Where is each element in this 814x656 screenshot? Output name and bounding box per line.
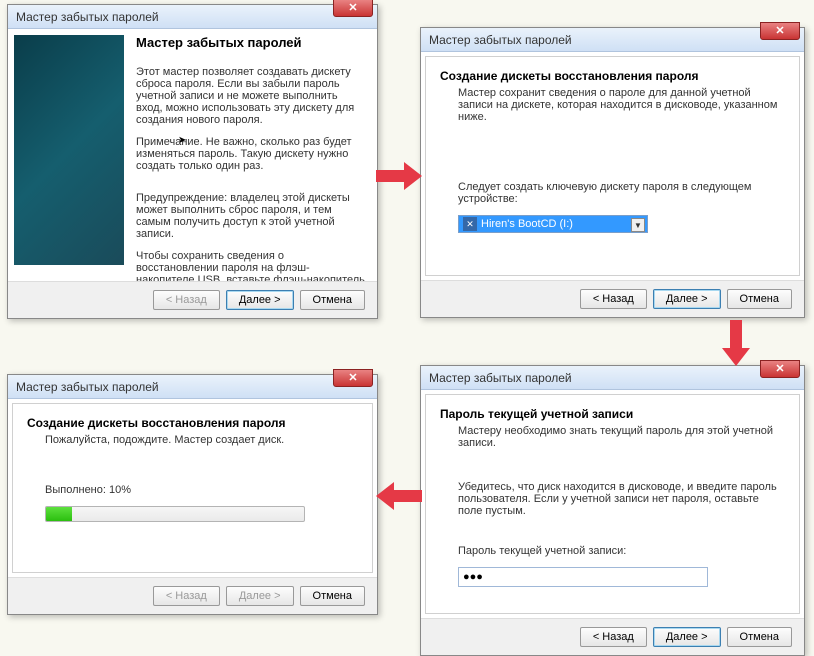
cancel-button[interactable]: Отмена (300, 290, 365, 310)
cancel-button[interactable]: Отмена (727, 289, 792, 309)
window-title: Мастер забытых паролей (429, 371, 572, 385)
arrow-down-icon (720, 320, 752, 366)
step-subtitle: Пожалуйста, подождите. Мастер создает ди… (45, 434, 358, 446)
dialog-select-drive: Мастер забытых паролей ✕ Создание дискет… (420, 27, 805, 318)
window-title: Мастер забытых паролей (429, 33, 572, 47)
titlebar[interactable]: Мастер забытых паролей ✕ (421, 28, 804, 52)
dialog-intro: Мастер забытых паролей ✕ Мастер забытых … (7, 4, 378, 319)
drive-icon: ✕ (463, 217, 477, 231)
pw-field-label: Пароль текущей учетной записи: (458, 545, 785, 557)
password-input[interactable] (458, 567, 708, 587)
back-button: < Назад (153, 290, 220, 310)
window-title: Мастер забытых паролей (16, 380, 159, 394)
close-button[interactable]: ✕ (760, 360, 800, 378)
drive-selected: Hiren's BootCD (I:) (481, 218, 573, 230)
button-row: < Назад Далее > Отмена (8, 577, 377, 614)
cursor-icon: ➤ (178, 135, 186, 146)
step-title: Создание дискеты восстановления пароля (27, 416, 358, 430)
dialog-current-password: Мастер забытых паролей ✕ Пароль текущей … (420, 365, 805, 656)
titlebar[interactable]: Мастер забытых паролей ✕ (421, 366, 804, 390)
progress-label: Выполнено: 10% (45, 484, 358, 496)
step-title: Создание дискеты восстановления пароля (440, 69, 785, 83)
chevron-down-icon[interactable]: ▼ (631, 218, 645, 232)
close-button[interactable]: ✕ (333, 369, 373, 387)
step-subtitle: Мастеру необходимо знать текущий пароль … (458, 425, 785, 449)
back-button: < Назад (153, 586, 220, 606)
close-button[interactable]: ✕ (760, 22, 800, 40)
intro-p3: Предупреждение: владелец этой дискеты мо… (136, 192, 367, 240)
next-button[interactable]: Далее > (653, 289, 721, 309)
intro-p2: Примечание. Не важно, сколько раз будет … (136, 136, 367, 172)
step-title: Пароль текущей учетной записи (440, 407, 785, 421)
titlebar[interactable]: Мастер забытых паролей ✕ (8, 5, 377, 29)
intro-p1: Этот мастер позволяет создавать дискету … (136, 66, 367, 126)
intro-p4: Чтобы сохранить сведения о восстановлени… (136, 250, 367, 281)
next-button[interactable]: Далее > (653, 627, 721, 647)
progress-bar (45, 506, 305, 522)
progress-fill (46, 507, 72, 521)
button-row: < Назад Далее > Отмена (421, 618, 804, 655)
back-button[interactable]: < Назад (580, 289, 647, 309)
next-button[interactable]: Далее > (226, 290, 294, 310)
dialog-progress: Мастер забытых паролей ✕ Создание дискет… (7, 374, 378, 615)
step-subtitle: Мастер сохранит сведения о пароле для да… (458, 87, 785, 123)
back-button[interactable]: < Назад (580, 627, 647, 647)
drive-prompt: Следует создать ключевую дискету пароля … (458, 181, 785, 205)
cancel-button[interactable]: Отмена (300, 586, 365, 606)
drive-dropdown[interactable]: ✕ Hiren's BootCD (I:) ▼ (458, 215, 648, 233)
close-button[interactable]: ✕ (333, 0, 373, 17)
button-row: < Назад Далее > Отмена (421, 280, 804, 317)
pw-instruction: Убедитесь, что диск находится в дисковод… (458, 481, 785, 517)
button-row: < Назад Далее > Отмена (8, 281, 377, 318)
window-title: Мастер забытых паролей (16, 10, 159, 24)
cancel-button[interactable]: Отмена (727, 627, 792, 647)
titlebar[interactable]: Мастер забытых паролей ✕ (8, 375, 377, 399)
arrow-right-icon (376, 160, 422, 192)
next-button: Далее > (226, 586, 294, 606)
arrow-left-icon (376, 480, 422, 512)
wizard-banner (14, 35, 124, 265)
page-heading: Мастер забытых паролей (136, 35, 367, 50)
